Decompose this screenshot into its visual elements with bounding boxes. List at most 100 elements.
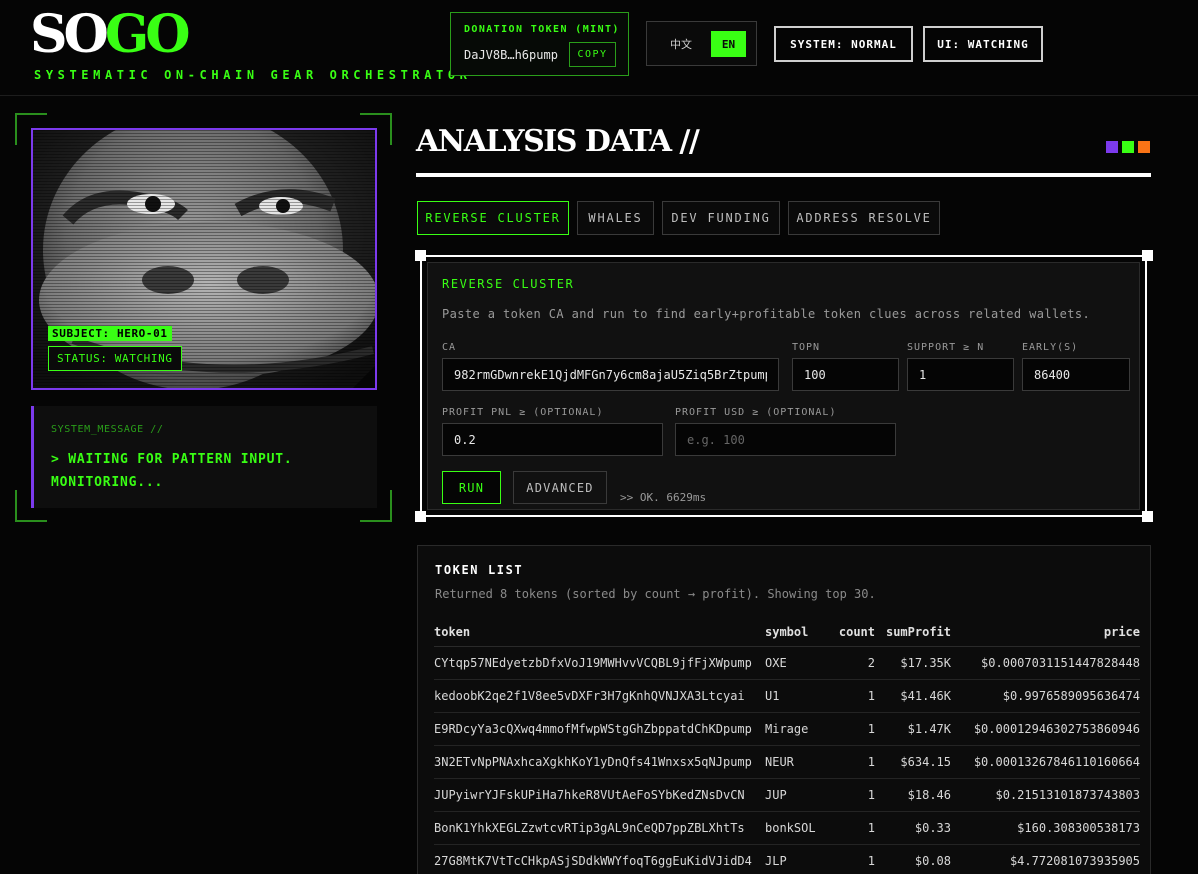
table-row[interactable]: E9RDcyYa3cQXwq4mmofMfwpWStgGhZbppatdChKD… — [434, 712, 1140, 746]
accent-square-green — [1122, 141, 1134, 153]
topn-label: TOPN — [792, 342, 821, 353]
cell-symbol: OXE — [765, 646, 825, 680]
panel-title: REVERSE CLUSTER — [442, 277, 575, 291]
cell-price: $4.772081073935905 — [951, 844, 1140, 874]
ca-input[interactable] — [442, 358, 779, 391]
table-row[interactable]: BonK1YhkXEGLZzwtcvRTip3gAL9nCeQD7ppZBLXh… — [434, 811, 1140, 845]
panel-body: REVERSE CLUSTER Paste a token CA and run… — [427, 262, 1140, 510]
token-list-panel: TOKEN LIST Returned 8 tokens (sorted by … — [417, 545, 1151, 874]
early-label: EARLY(S) — [1022, 342, 1079, 353]
cell-sumprofit: $0.33 — [875, 811, 951, 845]
resize-handle-top-right[interactable] — [1142, 250, 1153, 261]
subject-tag: SUBJECT: HERO-01 — [48, 326, 172, 341]
portrait-corner-cut — [351, 364, 375, 388]
resize-handle-top-left[interactable] — [415, 250, 426, 261]
cell-sumprofit: $634.15 — [875, 745, 951, 779]
cell-count: 1 — [825, 778, 875, 812]
accent-square-orange — [1138, 141, 1150, 153]
support-label: SUPPORT ≥ N — [907, 342, 985, 353]
cell-symbol: JUP — [765, 778, 825, 812]
cell-price: $0.00013267846110160664 — [951, 745, 1140, 779]
token-table-header: token symbol count sumProfit price — [434, 618, 1140, 647]
profit-usd-input[interactable] — [675, 423, 896, 456]
cell-sumprofit: $1.47K — [875, 712, 951, 746]
title-divider — [416, 173, 1151, 177]
system-status-badge: SYSTEM: NORMAL — [774, 26, 913, 62]
cell-count: 2 — [825, 646, 875, 680]
cell-token: 27G8MtK7VtTcCHkpASjSDdkWWYfoqT6ggEuKidVJ… — [434, 844, 765, 874]
cell-price: $160.308300538173 — [951, 811, 1140, 845]
cell-token: CYtqp57NEdyetzbDfxVoJ19MWHvvVCQBL9jfFjXW… — [434, 646, 765, 680]
lang-zh-option[interactable]: 中文 — [659, 31, 703, 57]
language-toggle: 中文 EN — [646, 21, 757, 66]
cell-price: $0.9976589095636474 — [951, 679, 1140, 713]
cell-count: 1 — [825, 679, 875, 713]
cell-token: E9RDcyYa3cQXwq4mmofMfwpWStgGhZbppatdChKD… — [434, 712, 765, 746]
early-input[interactable] — [1022, 358, 1130, 391]
donation-label: DONATION TOKEN (MINT) — [464, 24, 620, 35]
table-row[interactable]: 27G8MtK7VtTcCHkpASjSDdkWWYfoqT6ggEuKidVJ… — [434, 844, 1140, 874]
cell-symbol: NEUR — [765, 745, 825, 779]
tab-dev-funding[interactable]: DEV FUNDING — [662, 201, 780, 235]
token-list-title: TOKEN LIST — [435, 563, 524, 577]
cell-token: BonK1YhkXEGLZzwtcvRTip3gAL9nCeQD7ppZBLXh… — [434, 811, 765, 845]
cell-sumprofit: $41.46K — [875, 679, 951, 713]
cell-symbol: Mirage — [765, 712, 825, 746]
donation-token-box: DONATION TOKEN (MINT) DaJV8B…h6pump COPY — [450, 12, 629, 76]
cell-sumprofit: $17.35K — [875, 646, 951, 680]
logo-part1: SO — [30, 4, 109, 65]
table-row[interactable]: 3N2ETvNpPNAxhcaXgkhKoY1yDnQfs41Wnxsx5qNJ… — [434, 745, 1140, 779]
cell-token: JUPyiwrYJFskUPiHa7hkeR8VUtAeFoSYbKedZNsD… — [434, 778, 765, 812]
col-count-header[interactable]: count — [825, 618, 875, 647]
accent-squares — [1106, 141, 1150, 153]
cell-sumprofit: $18.46 — [875, 778, 951, 812]
cell-price: $0.00012946302753860946 — [951, 712, 1140, 746]
profit-usd-label: PROFIT USD ≥ (OPTIONAL) — [675, 407, 837, 418]
donation-mint-address: DaJV8B…h6pump — [464, 48, 558, 62]
table-row[interactable]: CYtqp57NEdyetzbDfxVoJ19MWHvvVCQBL9jfFjXW… — [434, 646, 1140, 680]
cell-count: 1 — [825, 745, 875, 779]
tab-reverse-cluster[interactable]: REVERSE CLUSTER — [417, 201, 569, 235]
lang-en-option[interactable]: EN — [711, 31, 746, 57]
cell-price: $0.21513101873743803 — [951, 778, 1140, 812]
cell-symbol: JLP — [765, 844, 825, 874]
cell-token: kedoobK2qe2f1V8ee5vDXFr3H7gKnhQVNJXA3Ltc… — [434, 679, 765, 713]
cell-symbol: U1 — [765, 679, 825, 713]
run-button[interactable]: RUN — [442, 471, 501, 504]
reverse-cluster-panel: REVERSE CLUSTER Paste a token CA and run… — [420, 255, 1147, 517]
resize-handle-bottom-left[interactable] — [415, 511, 426, 522]
table-row[interactable]: JUPyiwrYJFskUPiHa7hkeR8VUtAeFoSYbKedZNsD… — [434, 778, 1140, 812]
advanced-button[interactable]: ADVANCED — [513, 471, 607, 504]
logo: SOGO — [30, 4, 191, 65]
ca-label: CA — [442, 342, 457, 353]
profit-pnl-input[interactable] — [442, 423, 663, 456]
col-price-header[interactable]: price — [951, 618, 1140, 647]
tab-address-resolve[interactable]: ADDRESS RESOLVE — [788, 201, 940, 235]
col-sumprofit-header[interactable]: sumProfit — [875, 618, 951, 647]
logo-part2: GO — [104, 4, 191, 65]
token-list-summary: Returned 8 tokens (sorted by count → pro… — [435, 587, 876, 601]
ui-status-badge: UI: WATCHING — [923, 26, 1043, 62]
profit-pnl-label: PROFIT PNL ≥ (OPTIONAL) — [442, 407, 604, 418]
cell-symbol: bonkSOL — [765, 811, 825, 845]
col-token-header[interactable]: token — [434, 618, 765, 647]
topn-input[interactable] — [792, 358, 899, 391]
col-symbol-header[interactable]: symbol — [765, 618, 825, 647]
subject-status-tag: STATUS: WATCHING — [48, 346, 182, 371]
cell-count: 1 — [825, 811, 875, 845]
page-title: ANALYSIS DATA // — [416, 124, 700, 159]
cell-sumprofit: $0.08 — [875, 844, 951, 874]
panel-description: Paste a token CA and run to find early+p… — [442, 307, 1091, 321]
cell-price: $0.0007031151447828448 — [951, 646, 1140, 680]
cell-token: 3N2ETvNpPNAxhcaXgkhKoY1yDnQfs41Wnxsx5qNJ… — [434, 745, 765, 779]
table-row[interactable]: kedoobK2qe2f1V8ee5vDXFr3H7gKnhQVNJXA3Ltc… — [434, 679, 1140, 713]
copy-button[interactable]: COPY — [569, 42, 616, 67]
tab-whales[interactable]: WHALES — [577, 201, 654, 235]
cell-count: 1 — [825, 844, 875, 874]
resize-handle-bottom-right[interactable] — [1142, 511, 1153, 522]
system-message-text: > WAITING FOR PATTERN INPUT. MONITORING.… — [51, 452, 293, 490]
accent-square-purple — [1106, 141, 1118, 153]
run-status-text: >> OK. 6629ms — [620, 491, 707, 504]
token-table: token symbol count sumProfit price CYtqp… — [434, 618, 1140, 874]
support-input[interactable] — [907, 358, 1014, 391]
